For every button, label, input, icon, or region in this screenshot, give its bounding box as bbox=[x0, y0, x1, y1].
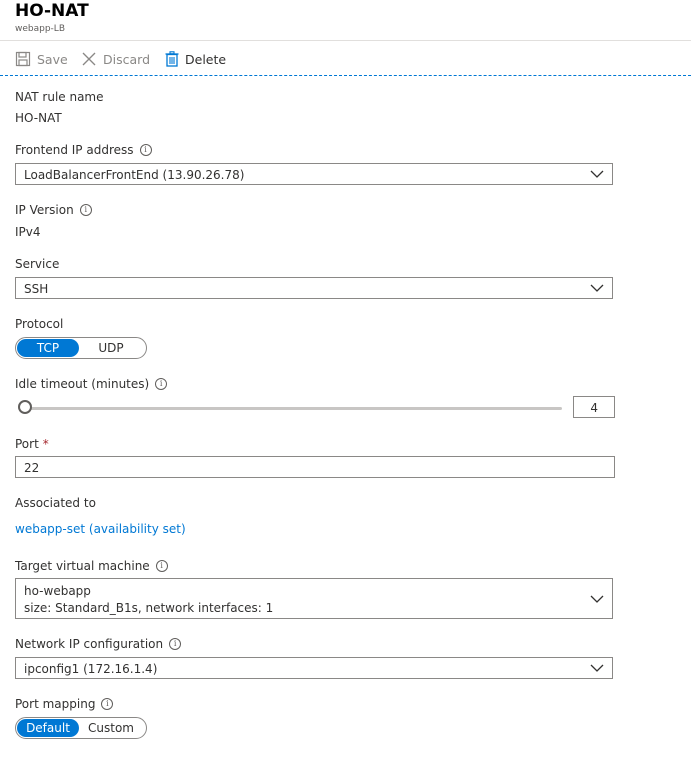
service-dropdown[interactable]: SSH bbox=[15, 277, 613, 299]
target-vm-dropdown[interactable]: ho-webapp size: Standard_B1s, network in… bbox=[15, 578, 613, 619]
service-value: SSH bbox=[24, 282, 49, 296]
target-vm-detail: size: Standard_B1s, network interfaces: … bbox=[24, 601, 274, 615]
idle-timeout-slider-track[interactable] bbox=[26, 407, 562, 410]
network-ip-config-dropdown[interactable]: ipconfig1 (172.16.1.4) bbox=[15, 657, 613, 679]
info-icon[interactable]: i bbox=[155, 378, 168, 390]
save-icon bbox=[15, 51, 31, 67]
network-ip-config-value: ipconfig1 (172.16.1.4) bbox=[24, 662, 158, 676]
info-icon[interactable]: i bbox=[155, 560, 168, 572]
port-mapping-option-custom[interactable]: Custom bbox=[79, 719, 143, 737]
chevron-down-icon bbox=[590, 664, 604, 672]
header-divider bbox=[0, 40, 691, 41]
port-mapping-toggle: Default Custom bbox=[15, 717, 147, 739]
toolbar-divider bbox=[0, 75, 691, 76]
page-title: HO-NAT bbox=[15, 1, 89, 21]
delete-button[interactable]: Delete bbox=[165, 51, 226, 67]
network-ip-config-label: Network IP configuration i bbox=[15, 637, 182, 651]
protocol-option-udp[interactable]: UDP bbox=[79, 339, 143, 357]
save-label: Save bbox=[37, 51, 68, 67]
target-vm-label: Target virtual machine i bbox=[15, 559, 168, 573]
chevron-down-icon bbox=[590, 284, 604, 292]
frontend-ip-dropdown[interactable]: LoadBalancerFrontEnd (13.90.26.78) bbox=[15, 163, 613, 185]
availability-set-link[interactable]: webapp-set (availability set) bbox=[15, 522, 186, 536]
save-button[interactable]: Save bbox=[15, 51, 68, 67]
port-value: 22 bbox=[24, 461, 40, 475]
chevron-down-icon bbox=[590, 170, 604, 178]
target-vm-name: ho-webapp bbox=[24, 584, 91, 598]
idle-timeout-input[interactable]: 4 bbox=[573, 396, 615, 418]
trash-icon bbox=[165, 51, 179, 67]
idle-timeout-slider-thumb[interactable] bbox=[18, 400, 32, 414]
idle-timeout-label: Idle timeout (minutes) i bbox=[15, 377, 168, 391]
required-marker: * bbox=[42, 437, 49, 451]
close-icon bbox=[82, 52, 96, 66]
delete-label: Delete bbox=[185, 51, 227, 67]
chevron-down-icon bbox=[590, 595, 604, 603]
port-mapping-option-default[interactable]: Default bbox=[17, 719, 79, 737]
info-icon[interactable]: i bbox=[139, 144, 152, 156]
ip-version-value: IPv4 bbox=[15, 225, 41, 239]
info-icon[interactable]: i bbox=[101, 698, 114, 710]
nat-rule-name-label: NAT rule name bbox=[15, 90, 104, 104]
discard-button[interactable]: Discard bbox=[81, 51, 150, 67]
nat-rule-name-value: HO-NAT bbox=[15, 111, 62, 125]
discard-label: Discard bbox=[103, 51, 150, 67]
associated-to-label: Associated to bbox=[15, 496, 96, 510]
info-icon[interactable]: i bbox=[79, 204, 92, 216]
port-mapping-label: Port mapping i bbox=[15, 697, 114, 711]
protocol-toggle: TCP UDP bbox=[15, 337, 147, 359]
page-subtitle: webapp-LB bbox=[15, 24, 65, 34]
info-icon[interactable]: i bbox=[169, 638, 182, 650]
frontend-ip-label: Frontend IP address i bbox=[15, 143, 152, 157]
frontend-ip-value: LoadBalancerFrontEnd (13.90.26.78) bbox=[24, 168, 245, 182]
port-input[interactable]: 22 bbox=[15, 456, 615, 478]
protocol-option-tcp[interactable]: TCP bbox=[17, 339, 79, 357]
protocol-label: Protocol bbox=[15, 317, 64, 331]
port-label: Port * bbox=[15, 437, 49, 451]
idle-timeout-value: 4 bbox=[590, 401, 598, 415]
ip-version-label: IP Version i bbox=[15, 203, 92, 217]
service-label: Service bbox=[15, 257, 60, 271]
